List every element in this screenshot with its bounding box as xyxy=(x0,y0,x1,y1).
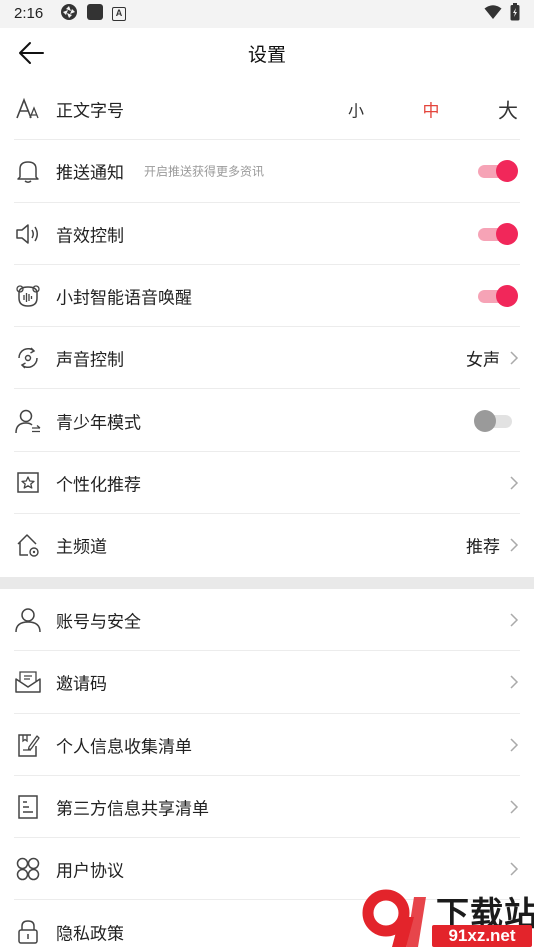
personalized-recommend-row[interactable]: 个性化推荐 xyxy=(0,452,534,515)
teen-mode-label: 青少年模式 xyxy=(56,413,141,434)
push-notification-toggle[interactable] xyxy=(478,159,518,183)
chevron-right-icon xyxy=(510,613,519,627)
status-time: 2:16 xyxy=(14,5,44,22)
system-icons xyxy=(484,3,520,25)
user-agreement-label: 用户协议 xyxy=(56,861,124,882)
font-size-icon xyxy=(14,95,42,123)
main-channel-row[interactable]: 主频道 推荐 xyxy=(0,514,534,576)
chevron-right-icon xyxy=(510,800,519,814)
square-notification-icon xyxy=(86,3,104,25)
star-bookmark-icon xyxy=(14,469,42,497)
app-a-badge-icon: A xyxy=(112,7,126,21)
chevron-right-icon xyxy=(510,738,519,752)
sound-effect-row: 音效控制 xyxy=(0,203,534,265)
push-notification-hint: 开启推送获得更多资讯 xyxy=(144,164,265,179)
section-divider xyxy=(0,577,534,589)
main-channel-value: 推荐 xyxy=(466,537,500,558)
personalized-recommend-label: 个性化推荐 xyxy=(56,475,141,496)
privacy-policy-label: 隐私政策 xyxy=(56,924,124,945)
speaker-icon xyxy=(14,220,42,248)
main-channel-label: 主频道 xyxy=(56,537,107,558)
push-notification-label: 推送通知 xyxy=(56,163,124,184)
font-size-small-option[interactable]: 小 xyxy=(348,97,364,121)
teen-mode-row: 青少年模式 xyxy=(0,389,534,452)
personal-info-list-row[interactable]: 个人信息收集清单 xyxy=(0,714,534,776)
bell-icon xyxy=(14,157,42,185)
third-party-share-row[interactable]: 第三方信息共享清单 xyxy=(0,776,534,839)
voice-wakeup-toggle[interactable] xyxy=(478,284,518,308)
font-size-label: 正文字号 xyxy=(56,101,124,122)
sound-effect-toggle[interactable] xyxy=(478,222,518,246)
settings-list-general: 正文字号 小 中 大 推送通知 开启推送获得更多资讯 音效控制 小封智能语音唤醒 xyxy=(0,78,534,576)
voice-wakeup-label: 小封智能语音唤醒 xyxy=(56,288,192,309)
battery-icon xyxy=(510,3,520,25)
app-notification-icon xyxy=(60,3,78,25)
font-size-medium-option[interactable]: 中 xyxy=(423,97,440,122)
lock-icon xyxy=(14,918,42,946)
document-edit-icon xyxy=(14,731,42,759)
chevron-right-icon xyxy=(510,538,519,552)
voice-control-icon xyxy=(14,344,42,372)
voice-wakeup-row: 小封智能语音唤醒 xyxy=(0,265,534,328)
user-icon xyxy=(14,606,42,634)
teen-mode-toggle[interactable] xyxy=(474,409,514,433)
account-security-label: 账号与安全 xyxy=(56,612,141,633)
chevron-right-icon xyxy=(510,476,519,490)
watermark-url: 91xz.net xyxy=(432,925,532,947)
voice-control-row[interactable]: 声音控制 女声 xyxy=(0,327,534,390)
font-size-row: 正文字号 小 中 大 xyxy=(0,78,534,141)
account-security-row[interactable]: 账号与安全 xyxy=(0,589,534,652)
page-title: 设置 xyxy=(247,44,286,66)
sound-effect-label: 音效控制 xyxy=(56,226,124,247)
chevron-right-icon xyxy=(510,675,519,689)
watermark-logo-icon xyxy=(362,889,426,947)
font-size-large-option[interactable]: 大 xyxy=(498,95,518,124)
invite-code-row[interactable]: 邀请码 xyxy=(0,651,534,714)
chevron-right-icon xyxy=(510,862,519,876)
envelope-icon xyxy=(14,668,42,696)
invite-code-label: 邀请码 xyxy=(56,674,107,695)
header: 设置 xyxy=(0,28,534,78)
chevron-right-icon xyxy=(510,351,519,365)
status-bar: 2:16 A xyxy=(0,0,534,28)
clover-icon xyxy=(14,855,42,883)
font-size-options: 小 中 大 xyxy=(348,95,518,124)
watermark: 下载站 91xz.net xyxy=(360,885,534,950)
wifi-icon xyxy=(484,4,502,24)
voice-control-value: 女声 xyxy=(466,350,500,371)
push-notification-row: 推送通知 开启推送获得更多资讯 xyxy=(0,140,534,203)
voice-assistant-icon xyxy=(14,282,42,310)
teen-mode-icon xyxy=(14,407,42,435)
third-party-share-label: 第三方信息共享清单 xyxy=(56,799,209,820)
voice-control-label: 声音控制 xyxy=(56,350,124,371)
home-settings-icon xyxy=(14,531,42,559)
notification-icons: A xyxy=(60,3,126,25)
document-list-icon xyxy=(14,793,42,821)
personal-info-list-label: 个人信息收集清单 xyxy=(56,737,192,758)
